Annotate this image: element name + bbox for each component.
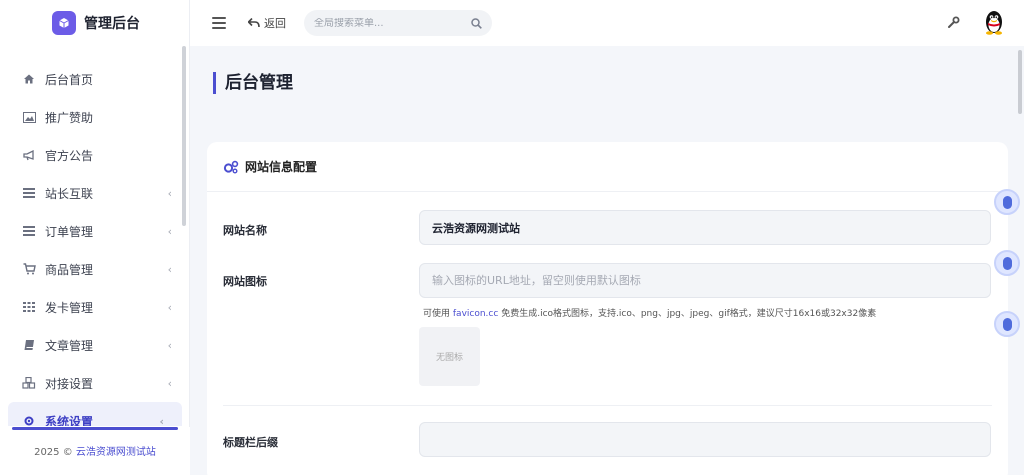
cart-icon (22, 262, 36, 276)
mouse-icon (1002, 256, 1012, 270)
search-icon[interactable] (471, 17, 482, 29)
site-icon-url-input[interactable] (419, 263, 991, 298)
title-suffix-input[interactable] (419, 422, 991, 457)
floating-mouse-button[interactable] (994, 189, 1020, 215)
divider (223, 405, 992, 406)
favicon-link[interactable]: favicon.cc (453, 309, 498, 319)
search-input[interactable] (314, 17, 471, 29)
sidebar-nav: 后台首页 推广赞助 官方公告 站长互联 ‹ 订单管理 ‹ 商品管理 ‹ 发卡管理 (0, 60, 190, 426)
page-scrollbar[interactable] (1018, 50, 1022, 114)
grid-icon (22, 300, 36, 314)
copyright-site-link[interactable]: 云浩资源网测试站 (76, 447, 156, 458)
chevron-left-icon: ‹ (159, 414, 164, 427)
chevron-left-icon: ‹ (167, 338, 172, 352)
sidebar-item-webmaster[interactable]: 站长互联 ‹ (0, 174, 190, 212)
icon-preview: 无图标 (419, 327, 480, 386)
sidebar-item-label: 系统设置 (45, 414, 94, 427)
copyright: 2025 © 云浩资源网测试站 (0, 443, 190, 458)
image-icon (22, 110, 36, 124)
sidebar-item-label: 文章管理 (45, 338, 94, 353)
sidebar-scrollbar[interactable] (182, 46, 186, 226)
hint-suffix: 免费生成.ico格式图标，支持.ico、png、jpg、jpeg、gif格式，建… (501, 309, 877, 319)
copyright-year: 2025 © (34, 447, 73, 458)
sidebar-item-label: 发卡管理 (45, 300, 94, 315)
sidebar-item-cards[interactable]: 发卡管理 ‹ (0, 288, 190, 326)
floating-mouse-button[interactable] (994, 250, 1020, 276)
menu-toggle-icon[interactable] (212, 17, 226, 29)
chevron-left-icon: ‹ (167, 186, 172, 200)
cubes-icon (22, 376, 36, 390)
sidebar-item-label: 订单管理 (45, 224, 94, 239)
bullhorn-icon (22, 148, 36, 162)
sidebar-footer: 2025 © 云浩资源网测试站 (0, 427, 190, 475)
footer-accent-bar (12, 427, 178, 430)
back-button[interactable]: 返回 (248, 15, 286, 31)
site-icon-label: 网站图标 (223, 275, 267, 288)
chevron-left-icon: ‹ (167, 300, 172, 314)
site-name-input[interactable] (419, 210, 991, 245)
sidebar-item-system-settings[interactable]: 系统设置 ‹ (8, 402, 182, 426)
book-icon (22, 338, 36, 352)
sidebar-item-home[interactable]: 后台首页 (0, 60, 190, 98)
sidebar: 管理后台 后台首页 推广赞助 官方公告 站长互联 ‹ 订单管理 ‹ 商品管理 ‹ (0, 0, 190, 475)
chevron-left-icon: ‹ (167, 262, 172, 276)
sidebar-item-articles[interactable]: 文章管理 ‹ (0, 326, 190, 364)
sidebar-item-integration[interactable]: 对接设置 ‹ (0, 364, 190, 402)
card-title: 网站信息配置 (245, 160, 318, 174)
floating-mouse-button[interactable] (994, 311, 1020, 337)
back-arrow-icon (248, 18, 260, 28)
global-search[interactable] (304, 10, 492, 36)
gears-icon (223, 160, 239, 173)
site-info-card: 网站信息配置 网站名称 网站图标 可使用 favicon.cc 免费生成.ico… (207, 142, 1008, 475)
app-logo-icon (52, 11, 76, 35)
no-icon-text: 无图标 (435, 353, 463, 363)
sidebar-item-label: 对接设置 (45, 376, 94, 391)
icon-help-text: 可使用 favicon.cc 免费生成.ico格式图标，支持.ico、png、j… (423, 306, 876, 319)
card-header: 网站信息配置 (207, 142, 1008, 192)
qq-avatar-icon[interactable] (984, 9, 1004, 35)
mouse-icon (1002, 195, 1012, 209)
sidebar-item-orders[interactable]: 订单管理 ‹ (0, 212, 190, 250)
list-icon (22, 186, 36, 200)
brand[interactable]: 管理后台 (0, 0, 189, 46)
sidebar-item-label: 站长互联 (45, 186, 94, 201)
list-icon (22, 224, 36, 238)
top-bar: 返回 (190, 0, 1024, 46)
chevron-left-icon: ‹ (167, 224, 172, 238)
gear-icon (22, 414, 36, 426)
site-name-label: 网站名称 (223, 224, 267, 237)
sidebar-item-label: 官方公告 (45, 148, 94, 163)
header-actions (947, 9, 1004, 35)
mouse-icon (1002, 317, 1012, 331)
home-icon (22, 72, 36, 86)
sidebar-item-label: 商品管理 (45, 262, 94, 277)
page-title: 后台管理 (213, 72, 293, 94)
sidebar-item-products[interactable]: 商品管理 ‹ (0, 250, 190, 288)
back-label: 返回 (264, 17, 286, 30)
wrench-icon[interactable] (947, 16, 960, 29)
chevron-left-icon: ‹ (167, 376, 172, 390)
hint-prefix: 可使用 (423, 309, 451, 319)
title-suffix-label: 标题栏后缀 (223, 436, 278, 449)
sidebar-item-label: 推广赞助 (45, 110, 94, 125)
sidebar-item-label: 后台首页 (45, 72, 94, 87)
sidebar-item-promotion[interactable]: 推广赞助 (0, 98, 190, 136)
app-title: 管理后台 (84, 16, 140, 32)
sidebar-item-announcement[interactable]: 官方公告 (0, 136, 190, 174)
